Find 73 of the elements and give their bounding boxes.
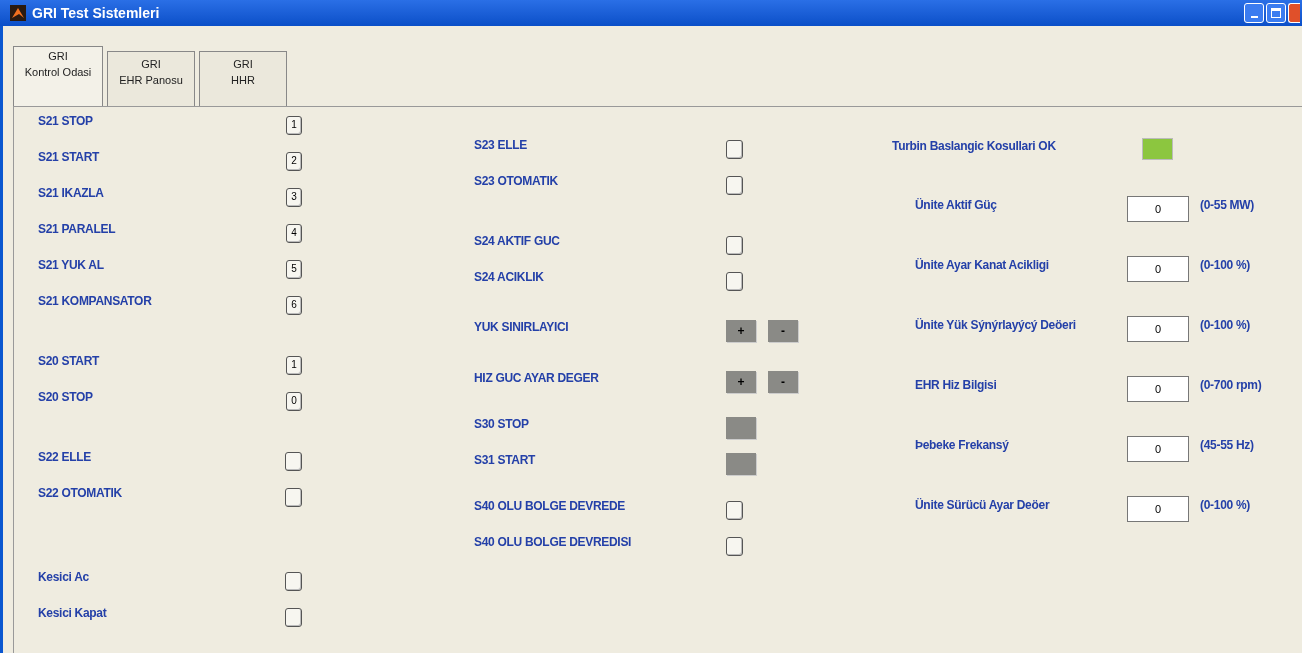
tab[interactable]: GRI HHR — [199, 51, 287, 106]
control-label: S23 OTOMATIK — [474, 173, 559, 190]
toggle-button[interactable] — [726, 500, 743, 520]
close-button[interactable] — [1288, 3, 1300, 23]
control-label: S40 OLU BOLGE DEVREDE — [474, 498, 627, 515]
value-field[interactable]: 0 — [1127, 376, 1189, 402]
control-label: S20 START — [38, 353, 100, 370]
toggle-button[interactable] — [285, 451, 302, 471]
minus-button[interactable]: - — [768, 371, 798, 393]
unit-label: (0-100 %) — [1200, 497, 1250, 514]
field-label: Ünite Sürücü Ayar Deöer — [915, 497, 1051, 514]
value-field[interactable]: 0 — [1127, 316, 1189, 342]
unit-label: (0-700 rpm) — [1200, 377, 1262, 394]
numbered-button[interactable]: 4 — [286, 223, 302, 243]
numbered-button[interactable]: 2 — [286, 151, 302, 171]
tab[interactable]: GRI EHR Panosu — [107, 51, 195, 106]
control-label: S24 ACIKLIK — [474, 269, 545, 286]
field-label: Ünite Aktif Güç — [915, 197, 998, 214]
status-label: Turbin Baslangic Kosullari OK — [892, 138, 1057, 155]
numbered-button[interactable]: 1 — [286, 115, 302, 135]
unit-label: (0-55 MW) — [1200, 197, 1254, 214]
field-label: Ünite Yük Sýnýrlayýcý Deöeri — [915, 317, 1077, 334]
control-label: S21 START — [38, 149, 100, 166]
value-field[interactable]: 0 — [1127, 496, 1189, 522]
toggle-button[interactable] — [726, 235, 743, 255]
control-label: S21 STOP — [38, 113, 93, 130]
toggle-button[interactable] — [726, 175, 743, 195]
value-field[interactable]: 0 — [1127, 256, 1189, 282]
toggle-button[interactable] — [726, 536, 743, 556]
lamp-indicator — [726, 417, 756, 439]
field-label: Ünite Ayar Kanat Acikligi — [915, 257, 1050, 274]
window-title: GRI Test Sistemleri — [32, 3, 160, 23]
control-label: S21 YUK AL — [38, 257, 104, 274]
control-label: S24 AKTIF GUC — [474, 233, 561, 250]
unit-label: (0-100 %) — [1200, 317, 1250, 334]
numbered-button[interactable]: 0 — [286, 391, 302, 411]
field-label: EHR Hiz Bilgisi — [915, 377, 998, 394]
field-label: Þebeke Frekansý — [915, 437, 1010, 454]
lamp-indicator — [726, 453, 756, 475]
toggle-button[interactable] — [285, 487, 302, 507]
numbered-button[interactable]: 5 — [286, 259, 302, 279]
control-label: S23 ELLE — [474, 137, 528, 154]
control-label: S22 OTOMATIK — [38, 485, 122, 502]
value-field[interactable]: 0 — [1127, 196, 1189, 222]
value-field[interactable]: 0 — [1127, 436, 1189, 462]
control-label: S21 KOMPANSATOR — [38, 293, 152, 310]
app-logo-icon — [10, 5, 26, 21]
toggle-button[interactable] — [726, 139, 743, 159]
minimize-button[interactable] — [1244, 3, 1264, 23]
unit-label: (45-55 Hz) — [1200, 437, 1254, 454]
minus-button[interactable]: - — [768, 320, 798, 342]
control-label: YUK SINIRLAYICI — [474, 319, 570, 336]
numbered-button[interactable]: 6 — [286, 295, 302, 315]
numbered-button[interactable]: 1 — [286, 355, 302, 375]
control-label: HIZ GUC AYAR DEGER — [474, 370, 600, 387]
plus-button[interactable]: + — [726, 371, 756, 393]
toggle-button[interactable] — [285, 571, 302, 591]
control-label: S22 ELLE — [38, 449, 91, 466]
plus-button[interactable]: + — [726, 320, 756, 342]
maximize-button[interactable] — [1266, 3, 1286, 23]
control-label: Kesici Ac — [38, 569, 89, 586]
unit-label: (0-100 %) — [1200, 257, 1250, 274]
control-label: Kesici Kapat — [38, 605, 107, 622]
toggle-button[interactable] — [726, 271, 743, 291]
toggle-button[interactable] — [285, 607, 302, 627]
numbered-button[interactable]: 3 — [286, 187, 302, 207]
control-label: S31 START — [474, 452, 537, 469]
control-label: S30 STOP — [474, 416, 530, 433]
control-label: S21 IKAZLA — [38, 185, 104, 202]
tab[interactable]: GRI Kontrol Odasi — [13, 46, 103, 106]
control-label: S40 OLU BOLGE DEVREDISI — [474, 534, 633, 551]
control-label: S20 STOP — [38, 389, 93, 406]
control-label: S21 PARALEL — [38, 221, 116, 238]
